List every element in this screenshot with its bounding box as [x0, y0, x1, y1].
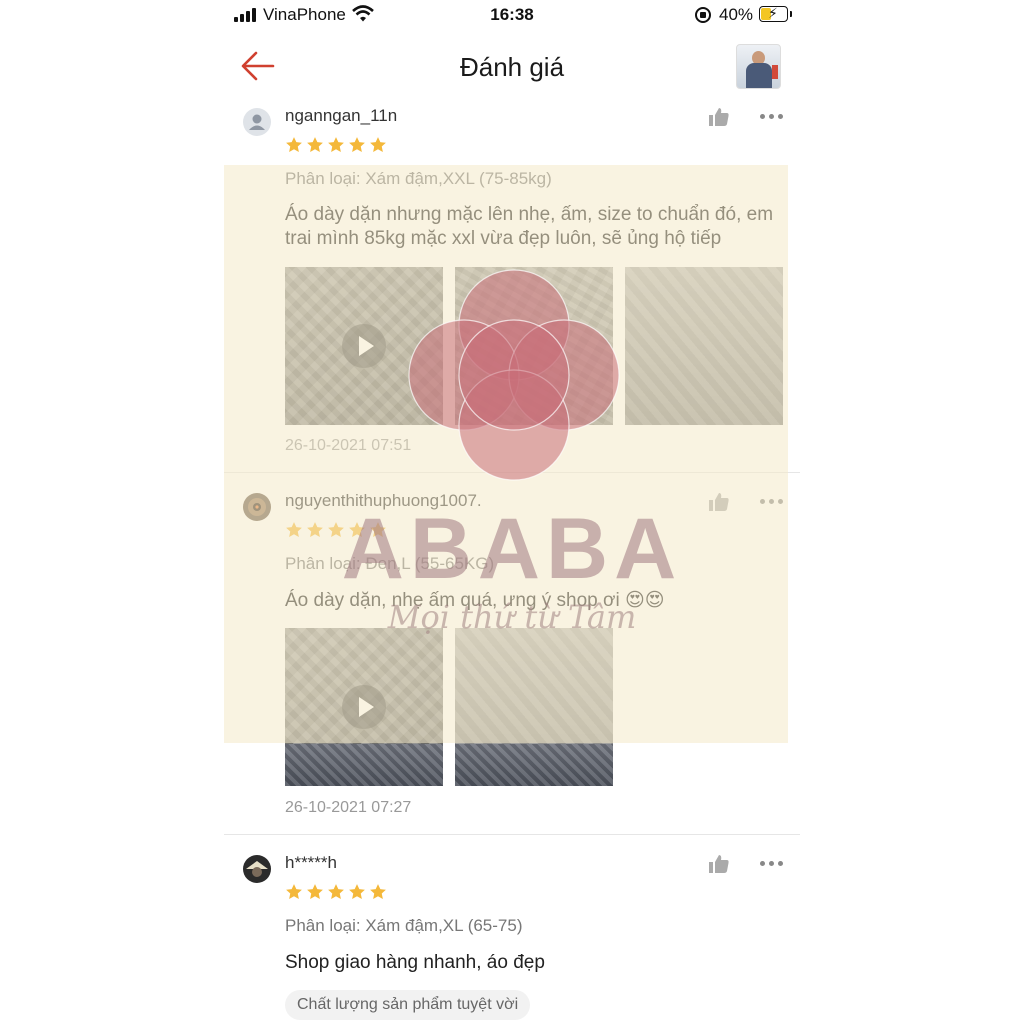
play-icon[interactable]: [342, 324, 386, 368]
more-options-icon[interactable]: [760, 113, 784, 121]
product-thumbnail[interactable]: [736, 44, 781, 89]
star-icon: [349, 884, 365, 900]
star-icon: [286, 522, 302, 538]
battery-percent: 40%: [719, 5, 754, 24]
battery-icon: ⚡: [759, 5, 788, 22]
review-comment: Áo dày dặn nhưng mặc lên nhẹ, ấm, size t…: [285, 204, 774, 249]
star-icon: [328, 884, 344, 900]
status-bar: VinaPhone 16:38 40% ⚡: [224, 0, 800, 32]
avatar[interactable]: [243, 493, 271, 521]
username: nguyenthithuphuong1007.: [285, 491, 482, 510]
review-timestamp: 26-10-2021 07:51: [285, 437, 412, 454]
star-icon: [370, 522, 386, 538]
review-photo[interactable]: [625, 267, 783, 425]
username: nganngan_11n: [285, 106, 398, 125]
battery-cap: [790, 11, 792, 17]
star-rating: [285, 136, 390, 154]
review-photo[interactable]: [455, 267, 613, 425]
avatar[interactable]: [243, 855, 271, 883]
review-video[interactable]: [285, 628, 443, 786]
star-icon: [307, 137, 323, 153]
star-icon: [349, 137, 365, 153]
header: Đánh giá: [224, 36, 800, 98]
star-icon: [328, 522, 344, 538]
more-options-icon[interactable]: [760, 498, 784, 506]
watermark-text: ABABA: [341, 501, 683, 597]
avatar[interactable]: [243, 108, 271, 136]
review-comment: Shop giao hàng nhanh, áo đẹp: [285, 952, 545, 973]
thumbs-up-icon[interactable]: [708, 492, 730, 512]
status-time: 16:38: [490, 5, 534, 24]
star-icon: [370, 137, 386, 153]
star-rating: [285, 883, 390, 901]
rotation-lock-icon: [695, 7, 711, 23]
star-rating: [285, 521, 390, 539]
username: h*****h: [285, 853, 337, 872]
star-icon: [307, 884, 323, 900]
review-timestamp: 26-10-2021 07:27: [285, 799, 412, 816]
variant-label: Phân loại: Xám đậm,XXL (75-85kg): [285, 169, 552, 188]
thumbs-up-icon[interactable]: [708, 854, 730, 874]
review-tag[interactable]: Chất lượng sản phẩm tuyệt vời: [285, 990, 531, 1020]
more-options-icon[interactable]: [760, 860, 784, 868]
page-title: Đánh giá: [459, 52, 565, 82]
star-icon: [286, 137, 302, 153]
star-icon: [307, 522, 323, 538]
variant-label: Phân loại: Đen,L (55-65KG): [285, 554, 495, 573]
divider: [224, 834, 800, 835]
star-icon: [328, 137, 344, 153]
thumbs-up-icon[interactable]: [708, 107, 730, 127]
variant-label: Phân loại: Xám đậm,XL (65-75): [285, 916, 523, 935]
review-video[interactable]: [285, 267, 443, 425]
review-comment: Áo dày dặn, nhẹ ấm quá, ưng ý shop ơi 😍😍: [285, 590, 665, 611]
star-icon: [370, 884, 386, 900]
star-icon: [349, 522, 365, 538]
star-icon: [286, 884, 302, 900]
review-screen: VinaPhone 16:38 40% ⚡ Đánh giá nganngan_…: [224, 0, 800, 1024]
play-icon[interactable]: [342, 685, 386, 729]
review-photo[interactable]: [455, 628, 613, 786]
divider: [224, 472, 800, 473]
